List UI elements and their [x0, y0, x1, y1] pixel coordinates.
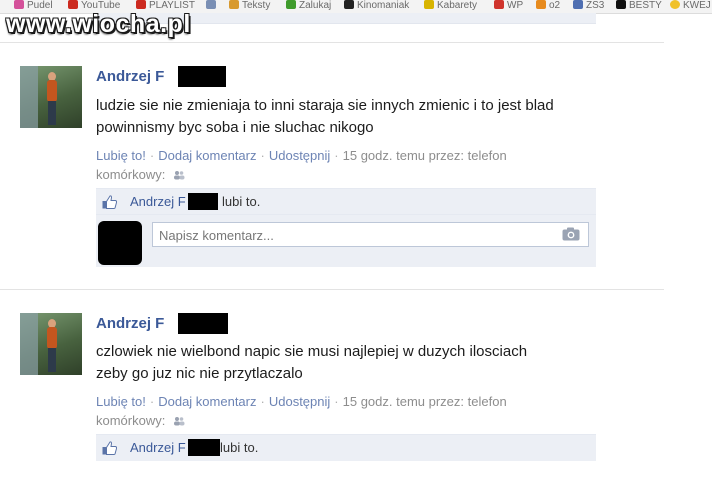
- zs3-icon: [573, 0, 583, 9]
- post-timestamp: 15 godz. temu przez: telefon: [342, 148, 507, 163]
- post-message-line: ludzie sie nie zmieniaja to inni staraja…: [96, 97, 554, 114]
- post-separator: [0, 289, 664, 290]
- liker-name[interactable]: Andrzej F: [130, 440, 186, 455]
- bookmark-teksty[interactable]: Teksty: [229, 0, 270, 12]
- post-message-line: zeby go juz nic nie przytlaczalo: [96, 365, 303, 382]
- bookmark-besty[interactable]: BESTY: [616, 0, 662, 12]
- likes-text: lubi to.: [220, 440, 259, 455]
- comment-input[interactable]: Napisz komentarz...: [152, 222, 589, 247]
- bookmark-o2[interactable]: o2: [536, 0, 560, 12]
- bookmark-kinomaniak[interactable]: Kinomaniak: [344, 0, 409, 12]
- likes-bar: Andrzej F lubi to.: [96, 434, 596, 461]
- download-icon: [206, 0, 216, 9]
- author-avatar[interactable]: [20, 66, 82, 128]
- friends-icon: [173, 171, 185, 180]
- besty-icon: [616, 0, 626, 9]
- post-device: komórkowy:: [96, 167, 166, 182]
- post-actions: Lubię to! · Dodaj komentarz · Udostępnij · 15 …: [96, 394, 507, 428]
- kinomaniak-icon: [344, 0, 354, 9]
- post-message: ludzie sie nie zmieniaja to inni staraja…: [96, 95, 596, 139]
- star-icon: [286, 0, 296, 9]
- add-comment-link[interactable]: Dodaj komentarz: [158, 394, 256, 409]
- bookmark-zalukaj[interactable]: Zalukaj: [286, 0, 331, 12]
- post-message: czlowiek nie wielbond napic sie musi naj…: [96, 341, 596, 385]
- bookmark-zs3[interactable]: ZS3: [573, 0, 604, 12]
- o2-icon: [536, 0, 546, 9]
- likes-text: lubi to.: [222, 194, 261, 209]
- liker-name[interactable]: Andrzej F: [130, 194, 186, 209]
- bookmark-wp[interactable]: WP: [494, 0, 523, 12]
- share-link[interactable]: Udostępnij: [269, 394, 330, 409]
- watermark: www.wiocha.pl: [6, 10, 191, 38]
- bookmark-kwej[interactable]: KWEJ: [670, 0, 711, 12]
- youtube-icon: [136, 0, 146, 9]
- post-device: komórkowy:: [96, 413, 166, 428]
- post-separator: [0, 42, 664, 43]
- post-actions: Lubię to! · Dodaj komentarz · Udostępnij · 15 …: [96, 148, 507, 182]
- pudel-icon: [14, 0, 24, 9]
- smiley-icon: [670, 0, 680, 9]
- author-name[interactable]: Andrzej F: [96, 315, 164, 332]
- youtube-icon: [68, 0, 78, 9]
- bookmark-kabarety[interactable]: Kabarety: [424, 0, 477, 12]
- redaction-bar: [188, 439, 220, 456]
- redaction-bar: [178, 313, 228, 334]
- thumbs-up-icon: [102, 195, 117, 209]
- author-name[interactable]: Andrzej F: [96, 68, 164, 85]
- post-message-line: czlowiek nie wielbond napic sie musi naj…: [96, 343, 528, 360]
- likes-bar: Andrzej F lubi to.: [96, 188, 596, 215]
- comment-box: Napisz komentarz...: [96, 214, 596, 267]
- post-message-line: powinnismy byc soba i nie sluchac nikogo: [96, 119, 374, 136]
- thumbs-up-icon: [102, 441, 117, 455]
- share-link[interactable]: Udostępnij: [269, 148, 330, 163]
- like-link[interactable]: Lubię to!: [96, 394, 146, 409]
- add-comment-link[interactable]: Dodaj komentarz: [158, 148, 256, 163]
- redaction-bar: [178, 66, 226, 87]
- wp-icon: [494, 0, 504, 9]
- post-timestamp: 15 godz. temu przez: telefon: [342, 394, 507, 409]
- friends-icon: [173, 417, 185, 426]
- camera-icon[interactable]: [562, 227, 580, 241]
- like-link[interactable]: Lubię to!: [96, 148, 146, 163]
- bookmark-download[interactable]: [206, 0, 219, 12]
- commenter-avatar: [98, 221, 142, 265]
- redaction-bar: [188, 193, 218, 210]
- author-avatar[interactable]: [20, 313, 82, 375]
- teksty-icon: [229, 0, 239, 9]
- kabarety-icon: [424, 0, 434, 9]
